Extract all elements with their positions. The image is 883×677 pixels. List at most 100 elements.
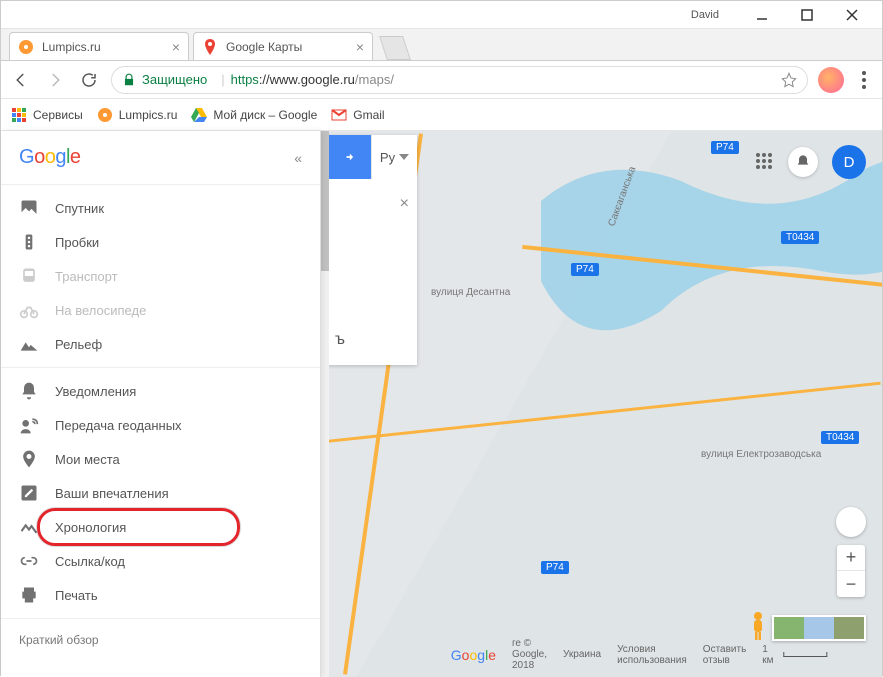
sidebar-item-timeline[interactable]: Хронология — [1, 510, 320, 544]
maps-sidebar: Google « Спутник Пробки Транспорт На вел… — [1, 131, 321, 677]
tab-close-button[interactable]: × — [172, 39, 180, 55]
window-close-button[interactable] — [829, 1, 874, 29]
sidebar-item-link[interactable]: Ссылка/код — [1, 544, 320, 578]
chevron-down-icon — [399, 154, 409, 160]
bookmark-services[interactable]: Сервисы — [11, 107, 83, 123]
sidebar-item-label: Транспорт — [55, 269, 118, 284]
lang-label: Ру — [380, 150, 395, 165]
feedback-link[interactable]: Оставить отзыв — [703, 644, 747, 666]
zoom-out-button[interactable]: − — [837, 571, 865, 597]
directions-button[interactable] — [327, 135, 371, 179]
sidebar-group-personal: Уведомления Передача геоданных Мои места… — [1, 368, 320, 619]
sidebar-item-satellite[interactable]: Спутник — [1, 191, 320, 225]
bookmark-label: Сервисы — [33, 108, 83, 122]
road-badge: P74 — [541, 561, 569, 574]
sidebar-item-label: Мои места — [55, 452, 120, 467]
account-avatar[interactable]: D — [832, 145, 866, 179]
edit-icon — [19, 483, 39, 503]
road-badge: T0434 — [821, 431, 859, 444]
satellite-icon — [19, 198, 39, 218]
secure-label: Защищено — [142, 72, 207, 87]
sidebar-item-label: Уведомления — [55, 384, 136, 399]
gmail-icon — [331, 107, 347, 123]
sidebar-item-my-places[interactable]: Мои места — [1, 442, 320, 476]
google-logo: Google — [19, 146, 81, 169]
link-icon — [19, 551, 39, 571]
tab-google-maps[interactable]: Google Карты × — [193, 32, 373, 60]
sidebar-item-share-location[interactable]: Передача геоданных — [1, 408, 320, 442]
search-close-button[interactable]: × — [400, 195, 409, 213]
search-panel-top: Ру — [327, 135, 417, 179]
tab-title: Google Карты — [226, 40, 350, 54]
zoom-in-button[interactable]: + — [837, 545, 865, 571]
pegman-button[interactable] — [748, 611, 768, 641]
lock-icon — [122, 73, 136, 87]
pin-icon — [19, 449, 39, 469]
terms-link[interactable]: Условия использования — [617, 644, 687, 666]
tab-lumpics[interactable]: Lumpics.ru × — [9, 32, 189, 60]
avatar-initial: D — [844, 154, 855, 171]
sidebar-item-label: Ссылка/код — [55, 554, 125, 569]
map-canvas[interactable]: P74 T0434 P74 T0434 P74 Сакєаганська вул… — [321, 131, 882, 677]
sidebar-item-contributions[interactable]: Ваши впечатления — [1, 476, 320, 510]
compass-button[interactable] — [836, 507, 866, 537]
lumpics-icon — [97, 107, 113, 123]
tab-title: Lumpics.ru — [42, 40, 166, 54]
sidebar-item-label: Рельеф — [55, 337, 102, 352]
map-header-controls: D — [756, 145, 866, 179]
window-maximize-button[interactable] — [784, 1, 829, 29]
notifications-button[interactable] — [788, 147, 818, 177]
map-footer: Google ге © Google, 2018 Украина Условия… — [451, 638, 828, 671]
bookmarks-bar: Сервисы Lumpics.ru Мой диск – Google Gma… — [1, 99, 882, 131]
address-bar: Защищено | https://www.google.ru/maps/ — [1, 61, 882, 99]
forward-button[interactable] — [43, 68, 67, 92]
window-minimize-button[interactable] — [739, 1, 784, 29]
road-badge: P74 — [711, 141, 739, 154]
content-area: Google « Спутник Пробки Транспорт На вел… — [1, 131, 882, 677]
search-panel: Ру × ъ — [327, 135, 417, 365]
bookmark-lumpics[interactable]: Lumpics.ru — [97, 107, 178, 123]
tab-close-button[interactable]: × — [356, 39, 364, 55]
browser-tabs: Lumpics.ru × Google Карты × — [1, 29, 882, 61]
street-label: вулиця Електрозаводська — [701, 449, 821, 460]
maps-favicon-icon — [202, 39, 218, 55]
sidebar-overview-link[interactable]: Краткий обзор — [1, 619, 320, 661]
window-user: David — [691, 9, 719, 21]
bookmark-gmail[interactable]: Gmail — [331, 107, 384, 123]
sidebar-item-label: Спутник — [55, 201, 104, 216]
sidebar-item-print[interactable]: Печать — [1, 578, 320, 612]
bookmark-label: Lumpics.ru — [119, 108, 178, 122]
collapse-sidebar-button[interactable]: « — [294, 150, 302, 166]
sidebar-item-label: Хронология — [55, 520, 126, 535]
share-location-icon — [19, 415, 39, 435]
back-button[interactable] — [9, 68, 33, 92]
sidebar-item-bike[interactable]: На велосипеде — [1, 293, 320, 327]
map-zoom-controls: + − — [836, 507, 866, 597]
lumpics-favicon-icon — [18, 39, 34, 55]
sidebar-item-traffic[interactable]: Пробки — [1, 225, 320, 259]
bookmark-star-icon[interactable] — [781, 72, 797, 88]
sidebar-item-terrain[interactable]: Рельеф — [1, 327, 320, 361]
scale-label: 1 км — [762, 644, 779, 666]
scale-bar — [783, 652, 827, 657]
reload-button[interactable] — [77, 68, 101, 92]
street-label: вулиця Десантна — [431, 287, 510, 298]
google-apps-button[interactable] — [756, 153, 774, 171]
sidebar-item-label: Печать — [55, 588, 98, 603]
chrome-menu-button[interactable] — [854, 71, 874, 89]
bookmark-label: Gmail — [353, 108, 384, 122]
sidebar-item-transit[interactable]: Транспорт — [1, 259, 320, 293]
timeline-icon — [19, 517, 39, 537]
bike-icon — [19, 300, 39, 320]
url-input[interactable]: Защищено | https://www.google.ru/maps/ — [111, 66, 808, 94]
terrain-icon — [19, 334, 39, 354]
sidebar-item-notifications[interactable]: Уведомления — [1, 374, 320, 408]
search-panel-text: ъ — [335, 331, 345, 349]
bookmark-drive[interactable]: Мой диск – Google — [191, 107, 317, 123]
new-tab-button[interactable] — [379, 36, 411, 60]
language-toggle[interactable]: Ру — [371, 135, 417, 179]
road-badge: P74 — [571, 263, 599, 276]
bookmark-label: Мой диск – Google — [213, 108, 317, 122]
sidebar-header: Google « — [1, 131, 320, 185]
chrome-profile-avatar[interactable] — [818, 67, 844, 93]
